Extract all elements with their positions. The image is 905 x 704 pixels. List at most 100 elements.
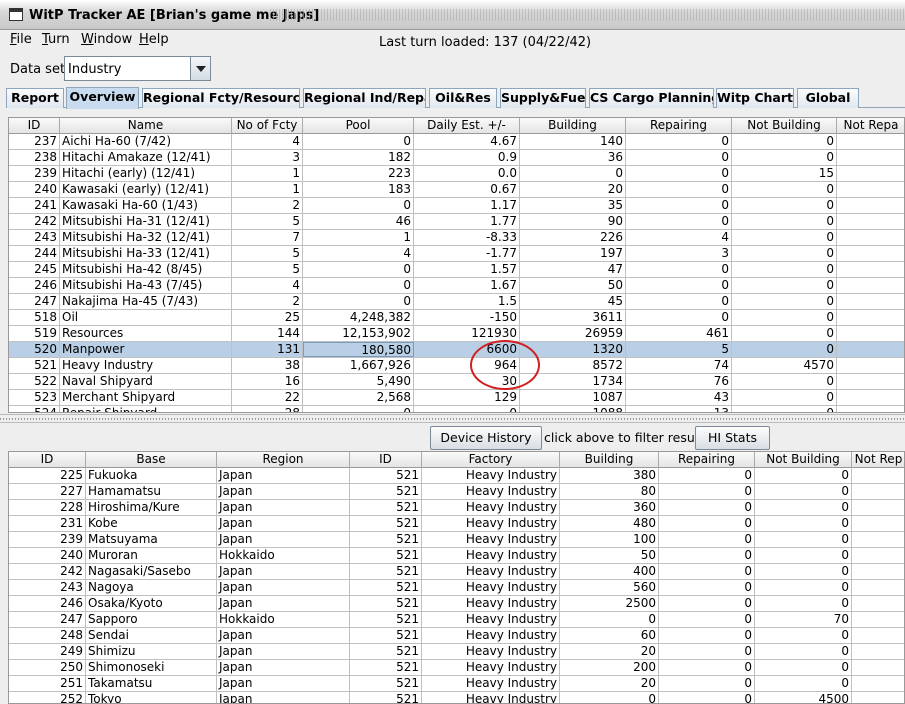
table-row[interactable]: 239 Matsuyama Japan 521 Heavy Industry 100 0 0 bbox=[9, 532, 904, 548]
column-header[interactable]: Repairing bbox=[659, 452, 755, 468]
table-cell bbox=[837, 230, 904, 245]
table-row[interactable]: 252 Tokyo Japan 521 Heavy Industry 0 0 4500 bbox=[9, 692, 904, 703]
table-row[interactable]: 250 Shimonoseki Japan 521 Heavy Industry 200 0… bbox=[9, 660, 904, 676]
column-header[interactable]: Building bbox=[520, 118, 626, 134]
table-row[interactable]: 519 Resources 144 12,153,902 121930 26959 461 0 bbox=[9, 326, 904, 342]
table-row[interactable]: 239 Hitachi (early) (12/41) 1 223 0.0 0 0 15 bbox=[9, 166, 904, 182]
hi-stats-button[interactable]: HI Stats bbox=[695, 426, 770, 450]
table-cell: -1.77 bbox=[414, 246, 520, 261]
tab-regional-fcty-resources[interactable]: Regional Fcty/Resources bbox=[142, 88, 300, 108]
tab-supply-fuel[interactable]: Supply&Fuel bbox=[500, 88, 586, 108]
device-history-button[interactable]: Device History bbox=[430, 426, 542, 450]
tab-report[interactable]: Report bbox=[6, 88, 64, 108]
table-row[interactable]: 225 Fukuoka Japan 521 Heavy Industry 380 0 0 bbox=[9, 468, 904, 484]
table-cell: 360 bbox=[560, 500, 659, 515]
table-cell: 45 bbox=[520, 294, 626, 309]
tab-overview[interactable]: Overview bbox=[66, 87, 139, 109]
table-row[interactable]: 227 Hamamatsu Japan 521 Heavy Industry 80 0 0 bbox=[9, 484, 904, 500]
menu-help[interactable]: Help bbox=[139, 32, 169, 47]
table-cell: Heavy Industry bbox=[422, 676, 560, 691]
menu-mnemonic: H bbox=[139, 32, 149, 47]
table-cell: -8.33 bbox=[414, 230, 520, 245]
table-cell: 521 bbox=[350, 628, 422, 643]
column-header[interactable]: ID bbox=[9, 452, 86, 468]
column-header[interactable]: No of Fcty bbox=[232, 118, 303, 134]
table-cell: Mitsubishi Ha-43 (7/45) bbox=[60, 278, 232, 293]
table-row[interactable]: 247 Sapporo Hokkaido 521 Heavy Industry 0 0 70 bbox=[9, 612, 904, 628]
table-cell: 140 bbox=[520, 134, 626, 149]
tab-oil-res[interactable]: Oil&Res bbox=[429, 88, 497, 108]
column-header[interactable]: ID bbox=[350, 452, 422, 468]
column-header[interactable]: Not Repa bbox=[837, 118, 904, 134]
table-row[interactable]: 247 Nakajima Ha-45 (7/43) 2 0 1.5 45 0 0 bbox=[9, 294, 904, 310]
table-cell: 1 bbox=[303, 230, 414, 245]
menu-file[interactable]: File bbox=[10, 32, 32, 47]
table-row[interactable]: 521 Heavy Industry 38 1,667,926 964 8572 74 457… bbox=[9, 358, 904, 374]
title-bar[interactable]: WitP Tracker AE [Brian's game me Japs] bbox=[0, 0, 905, 30]
table-cell bbox=[837, 134, 904, 149]
table-cell: Matsuyama bbox=[86, 532, 217, 547]
overview-table[interactable]: ID Name No of Fcty Pool Daily Est. +/- Buildi… bbox=[8, 117, 905, 413]
table-row[interactable]: 237 Aichi Ha-60 (7/42) 4 0 4.67 140 0 0 bbox=[9, 134, 904, 150]
table-row[interactable]: 242 Mitsubishi Ha-31 (12/41) 5 46 1.77 90 0 0 bbox=[9, 214, 904, 230]
column-header[interactable]: Factory bbox=[422, 452, 560, 468]
table-row[interactable]: 241 Kawasaki Ha-60 (1/43) 2 0 1.17 35 0 0 bbox=[9, 198, 904, 214]
table-row[interactable]: 518 Oil 25 4,248,382 -150 3611 0 0 bbox=[9, 310, 904, 326]
table-cell: 90 bbox=[520, 214, 626, 229]
table-row[interactable]: 248 Sendai Japan 521 Heavy Industry 60 0 0 bbox=[9, 628, 904, 644]
table-cell bbox=[852, 532, 904, 547]
table-row[interactable]: 238 Hitachi Amakaze (12/41) 3 182 0.9 36 0 0 bbox=[9, 150, 904, 166]
column-header[interactable]: ID bbox=[9, 118, 60, 134]
table-cell: Shimonoseki bbox=[86, 660, 217, 675]
table-row[interactable]: 251 Takamatsu Japan 521 Heavy Industry 20 0 0 bbox=[9, 676, 904, 692]
table-cell: 242 bbox=[9, 214, 60, 229]
table-row[interactable]: 246 Mitsubishi Ha-43 (7/45) 4 0 1.67 50 0 0 bbox=[9, 278, 904, 294]
table-cell: 0.0 bbox=[414, 166, 520, 181]
tab-witp-chart[interactable]: Witp Chart bbox=[716, 88, 794, 108]
table-row[interactable]: 243 Nagoya Japan 521 Heavy Industry 560 0 0 bbox=[9, 580, 904, 596]
menu-turn[interactable]: Turn bbox=[42, 32, 70, 47]
column-header[interactable]: Not Building bbox=[732, 118, 837, 134]
table-cell: Fukuoka bbox=[86, 468, 217, 483]
device-table[interactable]: ID Base Region ID Factory Building Repairing No… bbox=[8, 451, 905, 704]
table-cell: 246 bbox=[9, 596, 86, 611]
column-header[interactable]: Pool bbox=[303, 118, 414, 134]
tab-global[interactable]: Global bbox=[797, 88, 859, 108]
table-cell: 0 bbox=[732, 390, 837, 405]
column-header[interactable]: Not Building bbox=[755, 452, 852, 468]
table-row[interactable]: 523 Merchant Shipyard 22 2,568 129 1087 43 0 bbox=[9, 390, 904, 406]
menu-window[interactable]: Window bbox=[81, 32, 132, 47]
column-header[interactable]: Repairing bbox=[626, 118, 732, 134]
table-row[interactable]: 249 Shimizu Japan 521 Heavy Industry 20 0 0 bbox=[9, 644, 904, 660]
table-cell bbox=[852, 484, 904, 499]
column-header[interactable]: Base bbox=[86, 452, 217, 468]
tab-cs-cargo-planning[interactable]: CS Cargo Planning bbox=[589, 88, 714, 108]
table-cell: 249 bbox=[9, 644, 86, 659]
table-row[interactable]: 243 Mitsubishi Ha-32 (12/41) 7 1 -8.33 226 4 0 bbox=[9, 230, 904, 246]
table-row[interactable]: 240 Kawasaki (early) (12/41) 1 183 0.67 20 0 0 bbox=[9, 182, 904, 198]
table-row[interactable]: 242 Nagasaki/Sasebo Japan 521 Heavy Industry… bbox=[9, 564, 904, 580]
table-cell: Nagasaki/Sasebo bbox=[86, 564, 217, 579]
column-header[interactable]: Daily Est. +/- bbox=[414, 118, 520, 134]
table-cell: 0 bbox=[659, 676, 755, 691]
table-cell: 0 bbox=[520, 166, 626, 181]
table-row[interactable]: 244 Mitsubishi Ha-33 (12/41) 5 4 -1.77 197 3 0 bbox=[9, 246, 904, 262]
column-header[interactable]: Name bbox=[60, 118, 232, 134]
table-row[interactable]: 245 Mitsubishi Ha-42 (8/45) 5 0 1.57 47 0 0 bbox=[9, 262, 904, 278]
tab-regional-ind-repair[interactable]: Regional Ind/Repair bbox=[303, 88, 426, 108]
dataset-combobox[interactable]: Industry bbox=[64, 56, 211, 81]
table-row[interactable]: 246 Osaka/Kyoto Japan 521 Heavy Industry 2500… bbox=[9, 596, 904, 612]
table-cell: 35 bbox=[520, 198, 626, 213]
table-row[interactable]: 228 Hiroshima/Kure Japan 521 Heavy Industry 3… bbox=[9, 500, 904, 516]
table-row[interactable]: 522 Naval Shipyard 16 5,490 30 1734 76 0 bbox=[9, 374, 904, 390]
column-header[interactable]: Region bbox=[217, 452, 350, 468]
table-row[interactable]: 231 Kobe Japan 521 Heavy Industry 480 0 0 bbox=[9, 516, 904, 532]
table-row[interactable]: 520 Manpower 131 180,580 6600 1320 5 0 bbox=[9, 342, 904, 358]
column-header[interactable]: Not Rep bbox=[852, 452, 904, 468]
table-cell: 244 bbox=[9, 246, 60, 261]
table-row[interactable]: 524 Repair Shipyard 28 0 0 1088 13 0 bbox=[9, 406, 904, 412]
column-header[interactable]: Building bbox=[560, 452, 659, 468]
table-row[interactable]: 240 Muroran Hokkaido 521 Heavy Industry 50 0 0 bbox=[9, 548, 904, 564]
split-pane-divider[interactable] bbox=[0, 414, 905, 423]
chevron-down-icon[interactable] bbox=[190, 57, 210, 80]
